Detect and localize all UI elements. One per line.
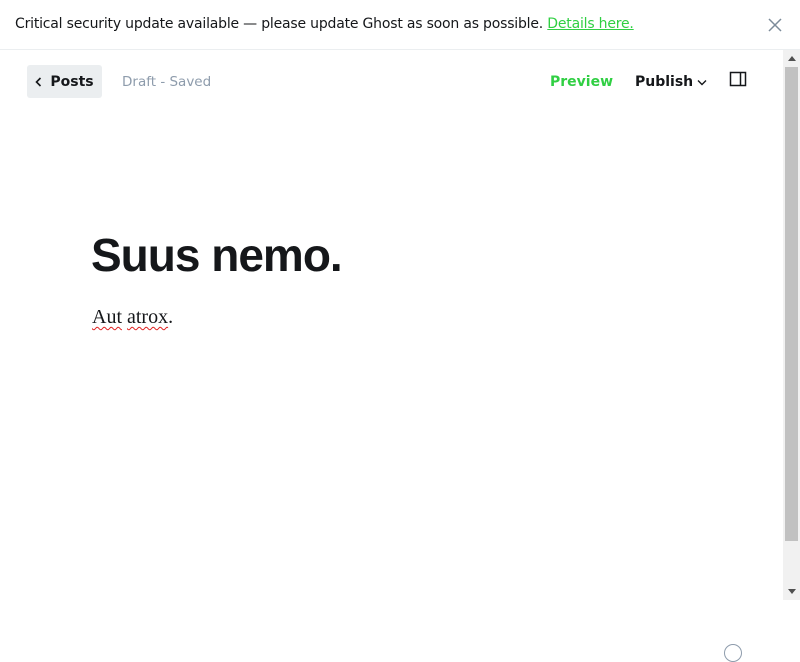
- banner-text: Critical security update available — ple…: [15, 16, 634, 32]
- settings-sidebar-toggle[interactable]: [729, 70, 747, 88]
- help-icon[interactable]: [724, 644, 742, 662]
- post-body[interactable]: Aut atrox.: [92, 306, 173, 329]
- back-button-label: Posts: [50, 73, 94, 90]
- publish-button[interactable]: Publish: [635, 74, 707, 90]
- vertical-scrollbar[interactable]: [783, 50, 800, 600]
- scroll-up-arrow-icon: [787, 56, 796, 61]
- misspelled-word: atrox: [127, 306, 169, 328]
- post-status: Draft - Saved: [122, 74, 212, 90]
- post-title[interactable]: Suus nemo.: [91, 228, 343, 282]
- scroll-down-arrow-icon: [787, 589, 796, 594]
- sidebar-toggle-icon: [729, 71, 747, 87]
- banner-message: Critical security update available — ple…: [15, 16, 544, 32]
- security-banner: Critical security update available — ple…: [0, 0, 800, 50]
- body-punctuation: .: [168, 306, 174, 328]
- post-editor: Posts Draft - Saved Preview Publish Suus…: [0, 50, 783, 662]
- scroll-down-button[interactable]: [783, 583, 800, 600]
- close-icon: [768, 18, 782, 32]
- publish-label: Publish: [635, 74, 694, 90]
- banner-details-link[interactable]: Details here.: [547, 16, 634, 32]
- chevron-down-icon: [697, 79, 707, 85]
- chevron-left-icon: [35, 76, 42, 87]
- back-to-posts-button[interactable]: Posts: [27, 65, 102, 98]
- preview-button[interactable]: Preview: [550, 74, 613, 90]
- banner-close-button[interactable]: [764, 14, 786, 36]
- scroll-up-button[interactable]: [783, 50, 800, 67]
- misspelled-word: Aut: [92, 306, 122, 328]
- scroll-thumb[interactable]: [785, 67, 798, 541]
